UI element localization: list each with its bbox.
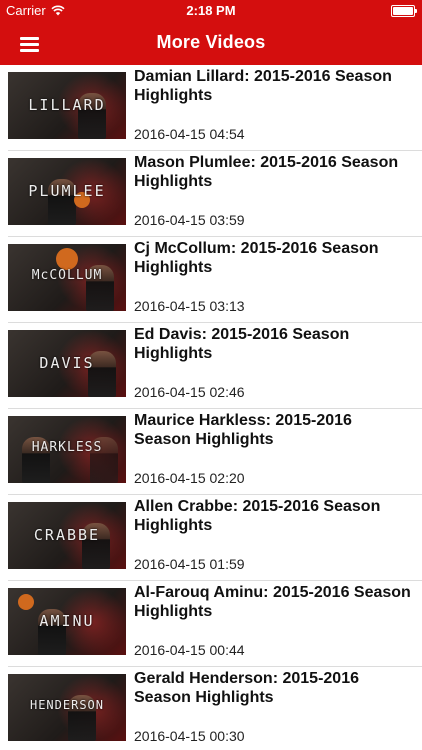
page-title: More Videos <box>156 32 266 52</box>
video-date: 2016-04-15 02:46 <box>134 384 245 400</box>
video-row[interactable]: LILLARD Damian Lillard: 2015-2016 Season… <box>0 65 422 151</box>
thumbnail-text: PLUMLEE <box>28 182 106 200</box>
thumbnail-text: CRABBE <box>33 526 101 544</box>
thumbnail-text: HARKLESS <box>31 440 103 455</box>
video-date: 2016-04-15 00:44 <box>134 642 245 658</box>
video-row[interactable]: CRABBE Allen Crabbe: 2015-2016 Season Hi… <box>0 495 422 581</box>
video-thumbnail[interactable]: DAVIS <box>8 330 126 397</box>
status-time: 2:18 PM <box>186 3 236 18</box>
thumbnail-text: HENDERSON <box>29 698 105 712</box>
video-title: Maurice Harkless: 2015-2016 Season Highl… <box>134 412 352 448</box>
navigation-bar: More Videos <box>0 20 422 65</box>
video-title: Al-Farouq Aminu: 2015-2016 Season Highli… <box>134 584 411 620</box>
video-thumbnail[interactable]: HENDERSON <box>8 674 126 741</box>
video-thumbnail[interactable]: HARKLESS <box>8 416 126 483</box>
video-title: Mason Plumlee: 2015-2016 Season Highligh… <box>134 154 399 190</box>
video-thumbnail[interactable]: AMINU <box>8 588 126 655</box>
video-row[interactable]: PLUMLEE Mason Plumlee: 2015-2016 Season … <box>0 151 422 237</box>
video-date: 2016-04-15 02:20 <box>134 470 245 486</box>
video-list[interactable]: LILLARD Damian Lillard: 2015-2016 Season… <box>0 65 422 750</box>
video-date: 2016-04-15 01:59 <box>134 556 245 572</box>
thumbnail-text: DAVIS <box>39 354 95 372</box>
video-row[interactable]: McCOLLUM Cj McCollum: 2015-2016 Season H… <box>0 237 422 323</box>
video-thumbnail[interactable]: McCOLLUM <box>8 244 126 311</box>
video-date: 2016-04-15 03:59 <box>134 212 245 228</box>
thumbnail-text: AMINU <box>39 612 95 630</box>
video-thumbnail[interactable]: CRABBE <box>8 502 126 569</box>
video-date: 2016-04-15 04:54 <box>134 126 245 142</box>
video-title: Allen Crabbe: 2015-2016 Season Highlight… <box>134 498 381 534</box>
thumbnail-text: LILLARD <box>28 96 106 114</box>
video-row[interactable]: DAVIS Ed Davis: 2015-2016 Season Highlig… <box>0 323 422 409</box>
video-thumbnail[interactable]: LILLARD <box>8 72 126 139</box>
battery-icon <box>391 5 417 17</box>
video-thumbnail[interactable]: PLUMLEE <box>8 158 126 225</box>
status-bar: Carrier 2:18 PM <box>0 0 422 20</box>
video-title: Ed Davis: 2015-2016 Season Highlights <box>134 326 350 362</box>
video-date: 2016-04-15 00:30 <box>134 728 245 744</box>
video-title: Cj McCollum: 2015-2016 Season Highlights <box>134 240 379 276</box>
video-date: 2016-04-15 03:13 <box>134 298 245 314</box>
video-row[interactable]: AMINU Al-Farouq Aminu: 2015-2016 Season … <box>0 581 422 667</box>
video-row[interactable]: HARKLESS Maurice Harkless: 2015-2016 Sea… <box>0 409 422 495</box>
video-title: Gerald Henderson: 2015-2016 Season Highl… <box>134 670 359 706</box>
video-row[interactable]: HENDERSON Gerald Henderson: 2015-2016 Se… <box>0 667 422 750</box>
thumbnail-text: McCOLLUM <box>31 268 103 283</box>
video-title: Damian Lillard: 2015-2016 Season Highlig… <box>134 68 392 104</box>
